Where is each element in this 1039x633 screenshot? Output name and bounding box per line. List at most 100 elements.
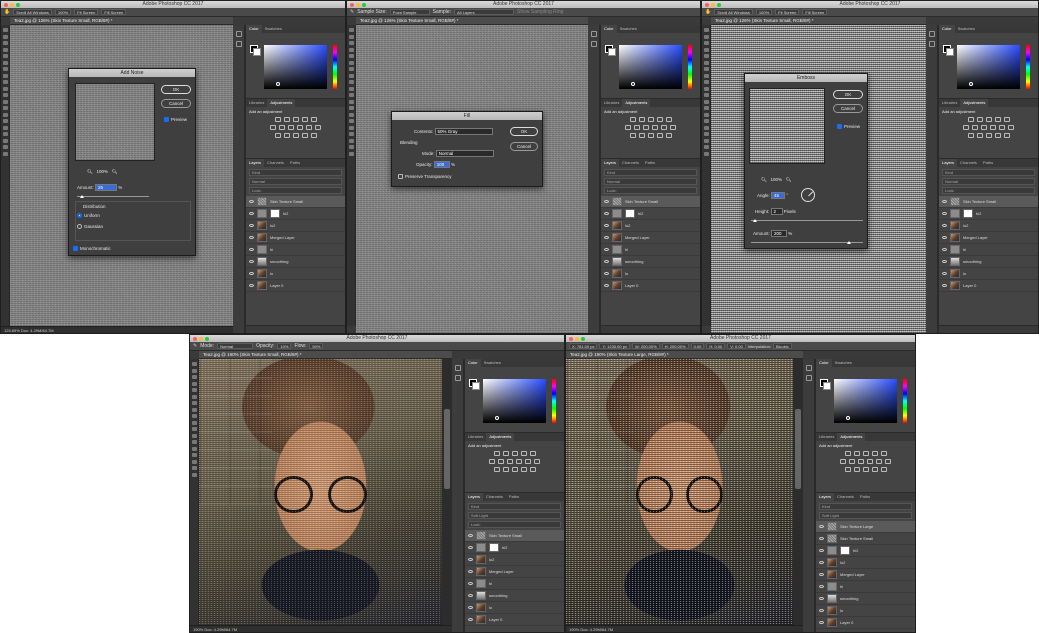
threshold-icon[interactable] xyxy=(647,133,654,138)
tab-paths[interactable]: Paths xyxy=(287,159,303,167)
layer-row[interactable]: lo xyxy=(601,268,700,280)
invert-icon[interactable] xyxy=(493,467,500,472)
quick-select-tool-icon[interactable] xyxy=(191,381,197,386)
mode-select[interactable]: Normal xyxy=(217,343,254,349)
path-select-icon[interactable] xyxy=(703,132,709,136)
layer-row[interactable]: Merged Layer xyxy=(816,569,915,581)
layer-filter[interactable]: Kind xyxy=(942,169,1035,176)
path-select-icon[interactable] xyxy=(348,132,354,136)
hue-sat-icon[interactable] xyxy=(963,125,969,130)
layer-row[interactable]: Layer 0 xyxy=(939,280,1038,292)
minimize-light-icon[interactable] xyxy=(575,336,579,341)
layer-row[interactable]: Skin Texture Small xyxy=(816,533,915,545)
healing-tool-icon[interactable] xyxy=(191,401,197,405)
visibility-eye-icon[interactable] xyxy=(942,236,947,239)
channel-mixer-icon[interactable] xyxy=(999,125,1005,130)
zoom-100-button[interactable]: 100% xyxy=(54,9,72,15)
posterize-icon[interactable] xyxy=(976,133,983,138)
fit-screen-button[interactable]: Fit Screen xyxy=(74,9,99,15)
layer-filter[interactable]: Kind xyxy=(604,169,697,176)
layer-row[interactable]: lo2 xyxy=(465,554,564,566)
amount-input[interactable]: 25 xyxy=(95,184,118,191)
black-white-icon[interactable] xyxy=(643,125,649,130)
channel-mixer-icon[interactable] xyxy=(876,459,882,464)
visibility-eye-icon[interactable] xyxy=(249,200,254,203)
height-scale-input[interactable]: H: 200.00% xyxy=(661,343,689,349)
tab-layers[interactable]: Layers xyxy=(939,159,958,167)
selective-color-icon[interactable] xyxy=(1003,133,1010,138)
history-brush-icon[interactable] xyxy=(703,86,709,91)
move-tool-icon[interactable] xyxy=(348,28,354,32)
properties-panel-icon[interactable] xyxy=(805,375,812,381)
channel-mixer-icon[interactable] xyxy=(525,459,531,464)
color-field[interactable] xyxy=(483,379,546,423)
visibility-eye-icon[interactable] xyxy=(249,284,254,287)
healing-tool-icon[interactable] xyxy=(348,67,354,71)
exposure-icon[interactable] xyxy=(871,451,878,456)
eraser-tool-icon[interactable] xyxy=(703,93,709,97)
close-light-icon[interactable] xyxy=(193,336,197,341)
zoom-light-icon[interactable] xyxy=(16,2,20,7)
blur-tool-icon[interactable] xyxy=(703,106,709,110)
layer-row[interactable]: Skin Texture Small xyxy=(246,196,345,208)
selective-color-icon[interactable] xyxy=(310,133,317,138)
layer-row[interactable]: hi2 xyxy=(939,208,1038,220)
pen-tool-icon[interactable] xyxy=(348,119,354,123)
layer-row[interactable]: hi2 xyxy=(601,208,700,220)
hand-tool-icon[interactable]: ✋ xyxy=(705,9,711,15)
tab-channels[interactable]: Channels xyxy=(483,493,506,501)
hand-tool-icon[interactable] xyxy=(2,145,8,149)
stamp-tool-icon[interactable] xyxy=(703,80,709,84)
zoom-tool-icon[interactable] xyxy=(348,151,354,156)
photo-filter-icon[interactable] xyxy=(652,125,658,130)
move-tool-icon[interactable] xyxy=(2,28,8,32)
visibility-eye-icon[interactable] xyxy=(604,248,609,251)
selective-color-icon[interactable] xyxy=(665,133,672,138)
minimize-light-icon[interactable] xyxy=(199,336,203,341)
color-lookup-icon[interactable] xyxy=(670,125,676,130)
hand-tool-icon[interactable] xyxy=(348,145,354,149)
close-light-icon[interactable] xyxy=(4,2,8,7)
brush-tool-icon[interactable] xyxy=(2,73,8,78)
cancel-button[interactable]: Cancel xyxy=(833,104,863,113)
layer-row[interactable]: Layer 0 xyxy=(465,614,564,626)
visibility-eye-icon[interactable] xyxy=(819,573,824,576)
dodge-tool-icon[interactable] xyxy=(348,112,354,117)
amount-slider[interactable] xyxy=(751,241,863,244)
invert-icon[interactable] xyxy=(844,467,851,472)
pen-tool-icon[interactable] xyxy=(191,453,197,457)
visibility-eye-icon[interactable] xyxy=(819,537,824,540)
hand-tool-icon[interactable]: ✋ xyxy=(4,9,10,15)
tab-color[interactable]: Color xyxy=(246,25,262,33)
zoom-100-button[interactable]: 100% xyxy=(755,9,773,15)
layer-row[interactable]: smoothing xyxy=(816,593,915,605)
tab-color[interactable]: Color xyxy=(939,25,955,33)
dodge-tool-icon[interactable] xyxy=(191,446,197,451)
brightness-icon[interactable] xyxy=(967,117,974,122)
move-tool-icon[interactable] xyxy=(703,28,709,32)
h-skew-input[interactable]: H: 0.00 xyxy=(706,343,726,349)
tab-libraries[interactable]: Libraries xyxy=(816,433,837,441)
zoom-light-icon[interactable] xyxy=(581,336,585,341)
history-panel-icon[interactable] xyxy=(928,31,935,37)
height-slider[interactable] xyxy=(751,219,863,222)
visibility-eye-icon[interactable] xyxy=(604,224,609,227)
gaussian-radio[interactable]: Gaussian xyxy=(77,224,103,230)
properties-panel-icon[interactable] xyxy=(590,41,597,47)
zoom-in-icon[interactable]: 🔍︎ xyxy=(786,177,792,182)
color-lookup-icon[interactable] xyxy=(1008,125,1014,130)
black-white-icon[interactable] xyxy=(981,125,987,130)
lasso-tool-icon[interactable] xyxy=(703,41,709,45)
amount-slider-knob[interactable] xyxy=(847,241,851,244)
background-color-swatch[interactable] xyxy=(472,382,480,390)
path-select-icon[interactable] xyxy=(2,132,8,136)
layer-filter[interactable]: Kind xyxy=(249,169,342,176)
layer-row[interactable]: hi xyxy=(465,578,564,590)
quick-select-tool-icon[interactable] xyxy=(703,47,709,52)
visibility-eye-icon[interactable] xyxy=(468,534,473,537)
close-light-icon[interactable] xyxy=(705,2,709,7)
hand-tool-icon[interactable] xyxy=(703,145,709,149)
type-tool-icon[interactable] xyxy=(348,125,354,130)
preview-checkbox[interactable]: Preview xyxy=(837,124,860,130)
gradient-tool-icon[interactable] xyxy=(191,433,197,438)
